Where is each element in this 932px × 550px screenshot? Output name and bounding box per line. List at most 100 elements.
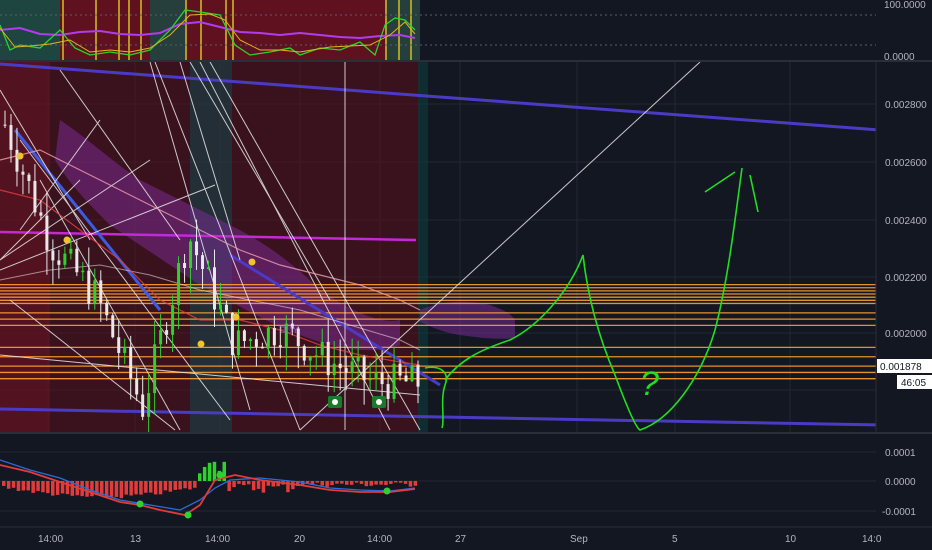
macd-histogram-bar [369, 481, 373, 486]
macd-histogram-bar [149, 481, 153, 493]
time-tick: 20 [294, 534, 306, 545]
macd-histogram-bar [394, 481, 398, 483]
macd-histogram-bar [6, 481, 11, 489]
macd-histogram-bar [345, 481, 349, 485]
macd-tick: 0.0000 [885, 477, 916, 488]
candle-body [141, 394, 145, 417]
macd-histogram-bar [41, 481, 45, 493]
candle-body [63, 253, 67, 265]
macd-histogram-bar [202, 466, 207, 481]
candle-body [153, 344, 157, 394]
macd-histogram-bar [320, 481, 324, 486]
time-tick: Sep [570, 534, 588, 545]
candle-body [27, 174, 31, 181]
macd-histogram-bar [55, 481, 60, 495]
candle-body [123, 346, 127, 353]
macd-tick: -0.0001 [882, 507, 916, 518]
candle-body [201, 255, 205, 270]
price-tick: 0.002200 [885, 273, 927, 284]
macd-histogram-bar [134, 481, 138, 495]
osc-tick-100: 100.0000 [884, 0, 926, 11]
question-mark-annotation: ? [640, 365, 659, 403]
candle-body [254, 339, 258, 347]
candle-body [218, 304, 222, 310]
candle-body [338, 363, 342, 369]
macd-histogram-bar [247, 481, 251, 485]
macd-histogram-bar [198, 473, 202, 481]
candle-body [183, 263, 187, 269]
price-tick: 0.002000 [885, 329, 927, 340]
time-tick: 14:00 [367, 534, 392, 545]
candle-body [308, 356, 312, 361]
macd-histogram-bar [158, 481, 163, 495]
macd-histogram-bar [261, 481, 266, 493]
candle-body [356, 356, 360, 362]
macd-histogram-bar [51, 481, 55, 496]
price-tick: 0.002600 [885, 158, 927, 169]
price-tick: 0.002400 [885, 216, 927, 227]
macd-histogram-bar [168, 481, 173, 492]
macd-histogram-bar [124, 481, 128, 495]
candle-body [189, 241, 193, 269]
candle-body [159, 330, 163, 345]
oscillator-signal-bar [185, 0, 187, 60]
macd-histogram-bar [408, 481, 413, 487]
macd-histogram-bar [227, 481, 231, 492]
candle-body [99, 280, 103, 303]
candle-body [51, 250, 55, 261]
macd-histogram-bar [193, 481, 197, 488]
candle-body [266, 327, 270, 349]
osc-tick-0: 0.0000 [884, 52, 915, 63]
candle-body [326, 341, 330, 376]
candle-body [374, 372, 378, 379]
countdown-label: 46:05 [901, 378, 926, 389]
candle-body [57, 260, 61, 265]
macd-histogram-bar [11, 481, 16, 488]
macd-histogram-bar [315, 481, 320, 483]
macd-histogram-bar [340, 481, 344, 484]
candle-body [410, 365, 414, 382]
time-tick: 5 [672, 534, 678, 545]
candle-body [398, 363, 402, 376]
candle-body [350, 361, 354, 373]
red-zone [0, 62, 50, 432]
candle-body [207, 267, 211, 270]
macd-histogram-bar [398, 481, 403, 483]
macd-axis: 0.0001 0.0000 -0.0001 [882, 448, 916, 518]
macd-histogram-bar [114, 481, 119, 497]
macd-histogram-bar [232, 481, 236, 488]
time-tick: 14:00 [38, 534, 63, 545]
candle-body [171, 305, 175, 335]
macd-histogram-bar [173, 481, 177, 490]
trading-chart[interactable]: 100.0000 0.0000 BUY ? 0.002800 0.002600 … [0, 0, 932, 550]
candle-body [93, 280, 97, 304]
candle-body [236, 330, 240, 356]
candle-body [416, 365, 420, 387]
candle-body [177, 263, 181, 306]
macd-histogram-bar [364, 481, 369, 487]
oscillator-signal-bar [225, 0, 227, 60]
macd-histogram-bar [26, 481, 30, 491]
macd-histogram-bar [46, 481, 50, 494]
macd-histogram-bar [384, 481, 388, 486]
candle-body [344, 368, 348, 373]
oscillator-signal-bar [62, 0, 64, 60]
macd-histogram-bar [183, 481, 187, 489]
macd-histogram-bar [109, 481, 114, 497]
macd-histogram-bar [163, 481, 168, 491]
time-tick: 27 [455, 534, 467, 545]
macd-histogram-bar [256, 481, 261, 489]
macd-histogram-bar [144, 481, 148, 493]
macd-histogram-bar [207, 462, 212, 481]
macd-histogram-bar [65, 481, 70, 495]
macd-histogram-bar [325, 481, 329, 487]
candle-body [45, 215, 49, 251]
candle-body [3, 124, 7, 126]
macd-histogram-bar [16, 481, 21, 491]
candle-body [117, 337, 121, 353]
macd-histogram-bar [374, 481, 378, 485]
candle-body [21, 171, 25, 175]
candle-body [212, 267, 216, 310]
macd-histogram-bar [354, 481, 359, 483]
macd-histogram-bar [178, 481, 182, 490]
